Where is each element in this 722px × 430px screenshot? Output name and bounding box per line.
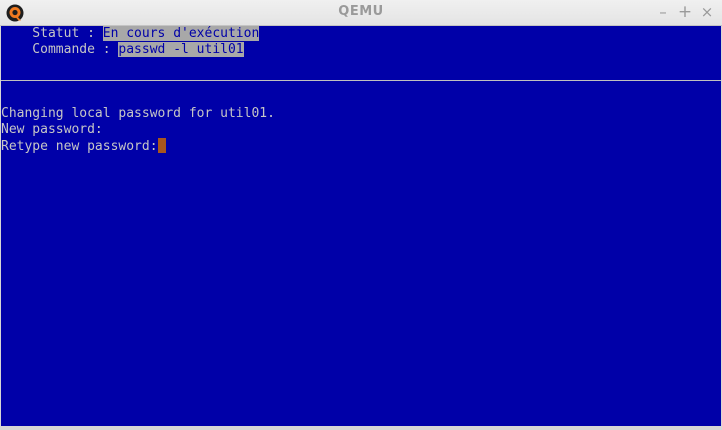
title-bar[interactable]: QEMU – + × xyxy=(0,0,722,26)
output-line: Changing local password for util01. xyxy=(1,106,275,121)
qemu-window: QEMU – + × Statut : En cours d'exécution… xyxy=(0,0,722,430)
status-label: Statut : xyxy=(1,26,103,41)
text-cursor xyxy=(157,138,166,153)
command-value: passwd -l util01 xyxy=(118,42,244,57)
close-button[interactable]: × xyxy=(698,3,716,21)
window-title: QEMU xyxy=(338,4,384,19)
window-bottom-border xyxy=(0,426,722,430)
console-screen[interactable]: Statut : En cours d'exécution Commande :… xyxy=(1,26,721,426)
status-value: En cours d'exécution xyxy=(102,26,260,41)
password-prompt-line[interactable]: Retype new password: xyxy=(1,138,166,154)
divider-line xyxy=(1,80,721,81)
output-line: New password: xyxy=(1,122,103,137)
status-line: Statut : En cours d'exécution xyxy=(1,26,260,42)
output-line: Retype new password: xyxy=(1,139,158,154)
minimize-button[interactable]: – xyxy=(654,3,672,21)
command-label: Commande : xyxy=(1,42,119,57)
maximize-button[interactable]: + xyxy=(676,3,694,21)
job-status-panel: Statut : En cours d'exécution Commande :… xyxy=(1,26,721,82)
command-line: Commande : passwd -l util01 xyxy=(1,42,244,58)
